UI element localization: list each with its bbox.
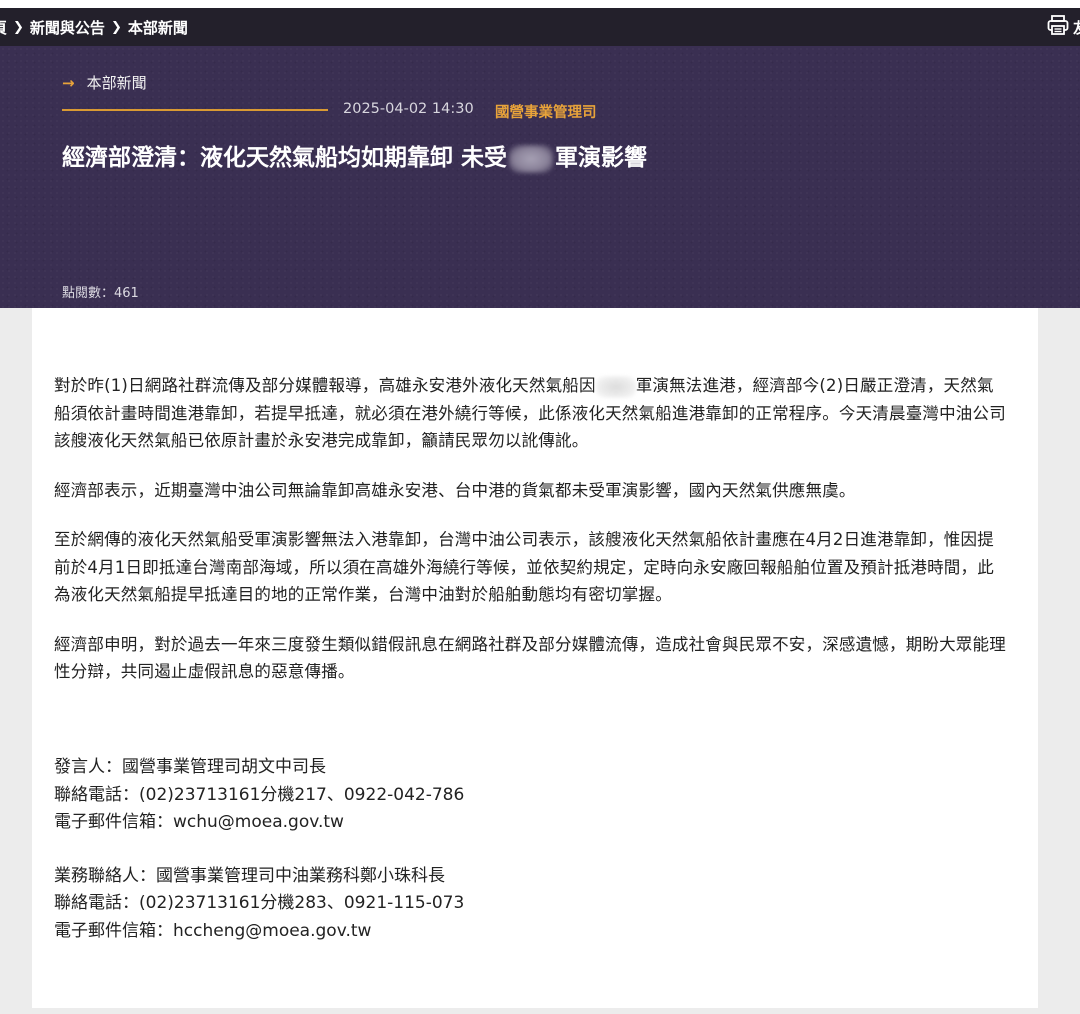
contact-spokesperson: 發言人：國營事業管理司胡文中司長 聯絡電話：(02)23713161分機217、… <box>54 754 1010 837</box>
publish-date: 2025-04-02 14:30 <box>343 101 474 117</box>
contact-business: 業務聯絡人：國營事業管理司中油業務科鄭小珠科長 聯絡電話：(02)2371316… <box>54 863 1010 946</box>
blurred-redaction <box>595 375 636 398</box>
contact-email[interactable]: 電子郵件信箱：hccheng@moea.gov.tw <box>54 918 1010 946</box>
title-text-end: 軍演影響 <box>555 145 648 171</box>
article-header: → 本部新聞 2025-04-02 14:30 國營事業管理司 經濟部澄清：液化… <box>0 46 1080 308</box>
breadcrumb-item-news-announcements[interactable]: 新聞與公告 <box>30 17 105 38</box>
contact-info: 發言人：國營事業管理司胡文中司長 聯絡電話：(02)23713161分機217、… <box>54 754 1010 971</box>
print-friendly-label: 友 <box>1073 17 1080 38</box>
breadcrumb-bar: 頁 ❯ 新聞與公告 ❯ 本部新聞 友 <box>0 8 1080 46</box>
chevron-right-icon: ❯ <box>13 19 24 35</box>
divider-line <box>62 109 328 111</box>
department-label: 國營事業管理司 <box>495 105 597 121</box>
contact-phone: 聯絡電話：(02)23713161分機283、0921-115-073 <box>54 893 465 913</box>
breadcrumb-item-ministry-news[interactable]: 本部新聞 <box>128 17 188 38</box>
top-edge <box>0 0 1080 8</box>
blurred-redaction <box>509 144 554 173</box>
page-title: 經濟部澄清：液化天然氣船均如期靠卸 未受 軍演影響 <box>62 138 647 173</box>
print-friendly-button[interactable]: 友 <box>1047 8 1080 46</box>
article-content: 對於昨(1)日網路社群流傳及部分媒體報導，高雄永安港外液化天然氣船因 軍演無法進港… <box>32 308 1038 1008</box>
contact-role: 業務聯絡人：國營事業管理司中油業務科鄭小珠科長 <box>54 865 445 886</box>
article-body: 對於昨(1)日網路社群流傳及部分媒體報導，高雄永安港外液化天然氣船因 軍演無法進港… <box>54 372 1010 708</box>
paragraph-1-start: 對於昨(1)日網路社群流傳及部分媒體報導，高雄永安港外液化天然氣船因 <box>54 376 596 395</box>
chevron-right-icon: ❯ <box>110 19 122 35</box>
paragraph-4: 經濟部申明，對於過去一年來三度發生類似錯假訊息在網路社群及部分媒體流傳，造成社會… <box>54 634 1006 682</box>
contact-email[interactable]: 電子郵件信箱：wchu@moea.gov.tw <box>54 809 1010 837</box>
printer-icon <box>1047 15 1069 39</box>
contact-phone: 聯絡電話：(02)23713161分機217、0922-042-786 <box>54 784 465 805</box>
category-label: 本部新聞 <box>86 74 147 92</box>
article-category: → 本部新聞 <box>62 72 147 93</box>
breadcrumb: 頁 ❯ 新聞與公告 ❯ 本部新聞 <box>0 17 188 38</box>
arrow-right-icon: → <box>62 73 75 92</box>
paragraph-1: 對於昨(1)日網路社群流傳及部分媒體報導，高雄永安港外液化天然氣船因 軍演無法進港… <box>54 372 1010 455</box>
breadcrumb-item-home[interactable]: 頁 <box>0 17 7 38</box>
paragraph-2: 經濟部表示，近期臺灣中油公司無論靠卸高雄永安港、台中港的貨氣都未受軍演影響，國內… <box>54 480 856 500</box>
view-count: 點閱數：461 <box>62 286 139 301</box>
title-text-start: 經濟部澄清：液化天然氣船均如期靠卸 未受 <box>62 145 508 171</box>
paragraph-3: 至於網傳的液化天然氣船受軍演影響無法入港靠卸，台灣中油公司表示，該艘液化天然氣船… <box>54 530 994 604</box>
contact-role: 發言人：國營事業管理司胡文中司長 <box>54 757 326 777</box>
